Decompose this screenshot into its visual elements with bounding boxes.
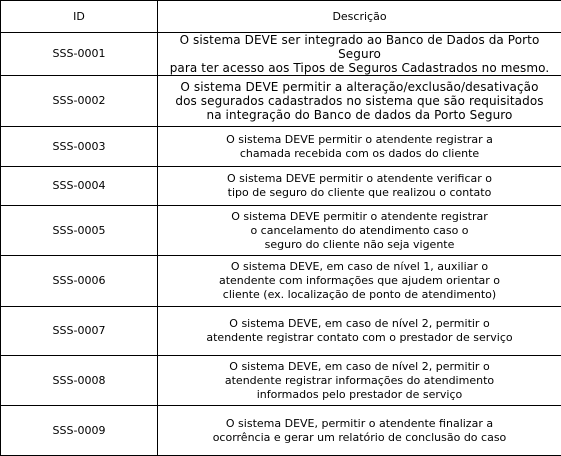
table-row: SSS-0008 O sistema DEVE, em caso de níve… (1, 356, 561, 406)
row-id: SSS-0006 (1, 256, 158, 307)
requirements-table: ID Descrição SSS-0001 O sistema DEVE ser… (0, 0, 561, 456)
table-row: SSS-0002 O sistema DEVE permitir a alter… (1, 76, 561, 127)
table-row: SSS-0003 O sistema DEVE permitir o atend… (1, 127, 561, 167)
row-id: SSS-0005 (1, 206, 158, 256)
table-row: SSS-0004 O sistema DEVE permitir o atend… (1, 167, 561, 206)
row-id: SSS-0009 (1, 406, 158, 456)
row-description: O sistema DEVE, em caso de nível 1, auxi… (158, 256, 561, 307)
row-description: O sistema DEVE permitir o atendente regi… (158, 206, 561, 256)
header-description: Descrição (158, 1, 561, 33)
table-row: SSS-0007 O sistema DEVE, em caso de níve… (1, 307, 561, 356)
table-row: SSS-0006 O sistema DEVE, em caso de níve… (1, 256, 561, 307)
table-row: SSS-0005 O sistema DEVE permitir o atend… (1, 206, 561, 256)
row-description: O sistema DEVE, em caso de nível 2, perm… (158, 307, 561, 356)
row-description: O sistema DEVE permitir a alteração/excl… (158, 76, 561, 127)
row-description: O sistema DEVE, permitir o atendente fin… (158, 406, 561, 456)
table-row: SSS-0009 O sistema DEVE, permitir o aten… (1, 406, 561, 456)
row-id: SSS-0001 (1, 33, 158, 76)
row-description: O sistema DEVE permitir o atendente regi… (158, 127, 561, 167)
row-id: SSS-0002 (1, 76, 158, 127)
row-id: SSS-0003 (1, 127, 158, 167)
table-row: SSS-0001 O sistema DEVE ser integrado ao… (1, 33, 561, 76)
row-id: SSS-0008 (1, 356, 158, 406)
row-description: O sistema DEVE ser integrado ao Banco de… (158, 33, 561, 76)
table-header-row: ID Descrição (1, 1, 561, 33)
row-id: SSS-0004 (1, 167, 158, 206)
row-id: SSS-0007 (1, 307, 158, 356)
row-description: O sistema DEVE permitir o atendente veri… (158, 167, 561, 206)
header-id: ID (1, 1, 158, 33)
row-description: O sistema DEVE, em caso de nível 2, perm… (158, 356, 561, 406)
